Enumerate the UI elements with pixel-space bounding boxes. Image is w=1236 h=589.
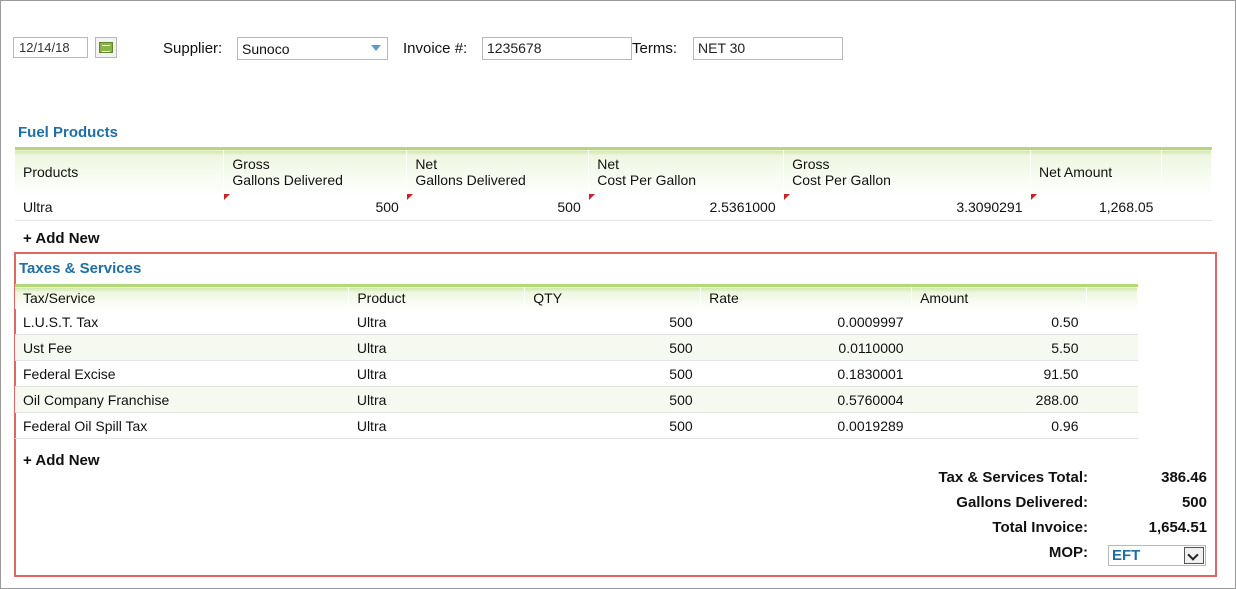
fuel-products-title: Fuel Products xyxy=(18,124,119,141)
table-row: Federal Oil Spill Tax Ultra 500 0.001928… xyxy=(15,412,1138,439)
cell-product[interactable]: Ultra xyxy=(348,386,525,413)
table-row: Ust Fee Ultra 500 0.0110000 5.50 xyxy=(15,334,1138,361)
supplier-value: Sunoco xyxy=(242,41,290,57)
cell-qty[interactable]: 500 xyxy=(524,386,701,413)
mop-value: EFT xyxy=(1112,547,1141,564)
supplier-label: Supplier: xyxy=(163,40,223,57)
cell-tax-service[interactable]: Ust Fee xyxy=(15,334,349,361)
cell-actions xyxy=(1086,360,1138,387)
cell-qty[interactable]: 500 xyxy=(524,309,701,335)
col-net-gallons: Net Gallons Delivered xyxy=(406,147,590,194)
col-qty: QTY xyxy=(524,284,702,309)
cell-rate[interactable]: 0.0019289 xyxy=(700,412,912,439)
col-net-cost-per-gallon: Net Cost Per Gallon xyxy=(588,147,785,194)
invoice-input[interactable]: 1235678 xyxy=(482,37,632,60)
tax-services-total-label: Tax & Services Total: xyxy=(938,469,1088,486)
col-products: Products xyxy=(15,147,225,194)
cell-actions xyxy=(1161,194,1212,221)
mop-label: MOP: xyxy=(1048,544,1088,561)
tax-header-row: Tax/Service Product QTY Rate Amount xyxy=(15,284,1139,309)
table-row: Federal Excise Ultra 500 0.1830001 91.50 xyxy=(15,360,1138,387)
cell-product[interactable]: Ultra xyxy=(348,334,525,361)
dropdown-arrow-icon xyxy=(371,45,381,51)
cell-tax-service[interactable]: L.U.S.T. Tax xyxy=(15,309,349,335)
cell-amount[interactable]: 0.96 xyxy=(911,412,1087,439)
table-row: L.U.S.T. Tax Ultra 500 0.0009997 0.50 xyxy=(15,309,1138,335)
col-actions xyxy=(1086,284,1139,309)
fuel-header-row: Products Gross Gallons Delivered Net Gallo… xyxy=(15,147,1213,194)
cell-tax-service[interactable]: Federal Excise xyxy=(15,360,349,387)
col-gross-cost-per-gallon: Gross Cost Per Gallon xyxy=(783,147,1032,194)
cell-actions xyxy=(1086,386,1138,413)
add-tax-service-button[interactable]: + Add New xyxy=(23,452,100,469)
cell-amount[interactable]: 288.00 xyxy=(911,386,1087,413)
invoice-label: Invoice #: xyxy=(403,40,468,57)
col-actions xyxy=(1161,147,1213,194)
cell-amount[interactable]: 91.50 xyxy=(911,360,1087,387)
col-rate: Rate xyxy=(700,284,913,309)
cell-qty[interactable]: 500 xyxy=(524,334,701,361)
cell-actions xyxy=(1086,412,1138,439)
cell-qty[interactable]: 500 xyxy=(524,360,701,387)
cell-gross-cost-per-gallon[interactable]: 3.3090291 xyxy=(783,194,1031,221)
table-row: Ultra 500 500 2.5361000 3.3090291 1,268.… xyxy=(15,194,1212,221)
terms-label: Terms: xyxy=(632,40,677,57)
cell-rate[interactable]: 0.1830001 xyxy=(700,360,912,387)
cell-product[interactable]: Ultra xyxy=(348,412,525,439)
cell-actions xyxy=(1086,309,1138,335)
calendar-button[interactable] xyxy=(95,37,117,58)
cell-net-gallons[interactable]: 500 xyxy=(406,194,589,221)
cell-tax-service[interactable]: Federal Oil Spill Tax xyxy=(15,412,349,439)
cell-rate[interactable]: 0.0009997 xyxy=(700,309,912,335)
cell-product: Ultra xyxy=(15,194,224,221)
supplier-select[interactable]: Sunoco xyxy=(237,37,388,60)
cell-net-cost-per-gallon[interactable]: 2.5361000 xyxy=(588,194,784,221)
cell-product[interactable]: Ultra xyxy=(348,360,525,387)
cell-product[interactable]: Ultra xyxy=(348,309,525,335)
add-fuel-product-button[interactable]: + Add New xyxy=(23,230,100,247)
total-invoice-value: 1,654.51 xyxy=(1148,519,1207,536)
cell-actions xyxy=(1086,334,1138,361)
table-row: Oil Company Franchise Ultra 500 0.576000… xyxy=(15,386,1138,413)
cell-qty[interactable]: 500 xyxy=(524,412,701,439)
col-tax-service: Tax/Service xyxy=(15,284,350,309)
col-product: Product xyxy=(348,284,526,309)
cell-amount[interactable]: 5.50 xyxy=(911,334,1087,361)
fuel-products-table: Products Gross Gallons Delivered Net Gallo… xyxy=(15,147,1213,221)
col-gross-gallons: Gross Gallons Delivered xyxy=(223,147,408,194)
cell-rate[interactable]: 0.0110000 xyxy=(700,334,912,361)
col-amount: Amount xyxy=(911,284,1087,309)
calendar-icon xyxy=(99,42,113,53)
terms-input[interactable]: NET 30 xyxy=(693,37,843,60)
cell-net-amount[interactable]: 1,268.05 xyxy=(1030,194,1162,221)
cell-amount[interactable]: 0.50 xyxy=(911,309,1087,335)
col-net-amount: Net Amount xyxy=(1030,147,1162,194)
total-invoice-label: Total Invoice: xyxy=(992,519,1088,536)
cell-rate[interactable]: 0.5760004 xyxy=(700,386,912,413)
date-input[interactable]: 12/14/18 xyxy=(13,37,88,58)
cell-gross-gallons[interactable]: 500 xyxy=(223,194,407,221)
gallons-delivered-label: Gallons Delivered: xyxy=(956,494,1088,511)
mop-select[interactable]: EFT xyxy=(1108,545,1206,566)
gallons-delivered-value: 500 xyxy=(1181,494,1207,511)
cell-tax-service[interactable]: Oil Company Franchise xyxy=(15,386,349,413)
taxes-services-title: Taxes & Services xyxy=(19,260,142,277)
tax-services-total-value: 386.46 xyxy=(1161,469,1207,486)
taxes-services-table: Tax/Service Product QTY Rate Amount L.U.… xyxy=(15,284,1139,439)
chevron-down-icon[interactable] xyxy=(1184,547,1204,564)
